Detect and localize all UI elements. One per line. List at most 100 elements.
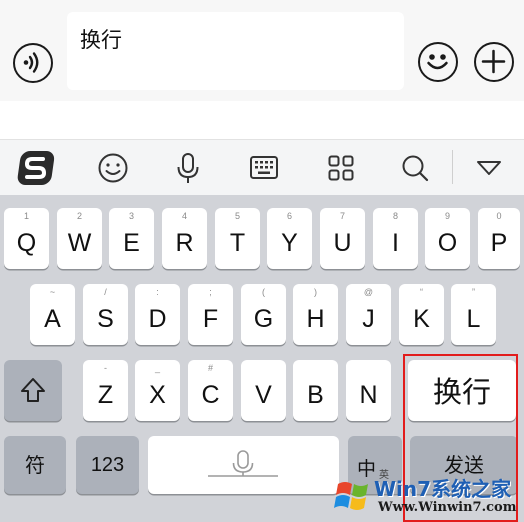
space-microphone-icon xyxy=(208,450,278,477)
key-p[interactable]: 0P xyxy=(478,208,520,269)
key-hint: @ xyxy=(363,287,374,297)
key-label: X xyxy=(149,381,166,409)
key-w[interactable]: 2W xyxy=(57,208,102,269)
key-label: E xyxy=(123,229,140,257)
number-key-label: 123 xyxy=(90,454,125,476)
key-c[interactable]: # C xyxy=(188,360,233,421)
keyboard-icon[interactable] xyxy=(242,146,286,190)
key-r[interactable]: 4R xyxy=(162,208,207,269)
key-label: A xyxy=(44,305,61,333)
key-label: L xyxy=(466,305,481,333)
collapse-keyboard-icon[interactable] xyxy=(467,146,511,190)
plus-icon[interactable] xyxy=(474,42,514,82)
key-hint: 3 xyxy=(128,211,134,221)
key-n[interactable]: N xyxy=(346,360,391,421)
emoji-glyph xyxy=(427,54,448,70)
key-k[interactable]: “K xyxy=(399,284,444,345)
symbol-key-label: 符 xyxy=(25,453,45,477)
key-i[interactable]: 8I xyxy=(373,208,418,269)
symbol-key[interactable]: 符 xyxy=(4,436,66,494)
key-t[interactable]: 5T xyxy=(215,208,260,269)
key-label: F xyxy=(202,305,219,333)
key-hint: ” xyxy=(472,287,475,297)
key-label: S xyxy=(97,305,114,333)
windows-logo-icon xyxy=(334,482,368,510)
key-y[interactable]: 6Y xyxy=(267,208,312,269)
key-hint: 1 xyxy=(23,211,29,221)
ime-toolbar xyxy=(0,139,524,195)
key-e[interactable]: 3E xyxy=(109,208,154,269)
key-j[interactable]: @ J xyxy=(346,284,391,345)
number-key[interactable]: 123 xyxy=(76,436,139,494)
sogou-logo-icon[interactable] xyxy=(14,146,58,190)
key-hint: 0 xyxy=(496,211,502,221)
key-a[interactable]: ~ A xyxy=(30,284,75,345)
message-input-text: 换行 xyxy=(80,28,122,52)
key-label: B xyxy=(307,381,324,409)
key-s[interactable]: / S xyxy=(83,284,128,345)
key-label: R xyxy=(175,229,194,257)
key-v[interactable]: V xyxy=(241,360,286,421)
key-hint: ~ xyxy=(49,287,56,297)
shift-key[interactable] xyxy=(4,360,62,421)
key-hint: ; xyxy=(209,287,212,297)
key-g[interactable]: (G xyxy=(241,284,286,345)
microphone-icon[interactable] xyxy=(166,146,210,190)
watermark: Win7系统之家 Www.Winwin7.com xyxy=(330,470,520,520)
key-label: V xyxy=(255,381,272,409)
smiley-icon[interactable] xyxy=(91,146,135,190)
chat-input-bar: 换行 xyxy=(0,0,524,101)
key-label: K xyxy=(413,305,430,333)
key-hint: “ xyxy=(420,287,423,297)
key-label: D xyxy=(148,305,167,333)
watermark-url: Www.Winwin7.com xyxy=(378,500,517,515)
key-label: O xyxy=(437,229,458,257)
key-hint: 5 xyxy=(234,211,240,221)
key-u[interactable]: 7U xyxy=(320,208,365,269)
key-label: I xyxy=(392,229,399,257)
key-label: Q xyxy=(16,229,37,257)
voice-glyph xyxy=(23,52,39,73)
key-hint: 6 xyxy=(286,211,292,221)
emoji-icon[interactable] xyxy=(418,42,458,82)
key-label: Y xyxy=(281,229,298,257)
key-hint: _ xyxy=(154,363,160,373)
key-q[interactable]: 1Q xyxy=(4,208,49,269)
key-label: N xyxy=(359,381,378,409)
key-label: J xyxy=(362,305,375,333)
voice-icon[interactable] xyxy=(13,43,53,83)
space-key[interactable] xyxy=(148,436,339,494)
key-hint: ( xyxy=(262,287,265,297)
key-b[interactable]: B xyxy=(293,360,338,421)
key-label: Z xyxy=(97,381,114,409)
key-hint: : xyxy=(156,287,159,297)
key-label: H xyxy=(306,305,325,333)
key-hint: ) xyxy=(314,287,317,297)
key-label: G xyxy=(253,305,274,333)
content-area-strip xyxy=(0,101,524,139)
key-d[interactable]: :D xyxy=(135,284,180,345)
key-z[interactable]: -Z xyxy=(83,360,128,421)
apps-grid-icon[interactable] xyxy=(319,146,363,190)
message-input[interactable]: 换行 xyxy=(67,12,404,90)
key-label: P xyxy=(490,229,508,257)
watermark-title: Win7系统之家 xyxy=(374,477,512,501)
key-hint: 9 xyxy=(444,211,450,221)
key-h[interactable]: ) H xyxy=(293,284,338,345)
key-hint: 8 xyxy=(392,211,398,221)
key-label: C xyxy=(201,381,220,409)
key-label: W xyxy=(67,229,92,257)
key-hint: / xyxy=(104,287,107,297)
key-x[interactable]: _ X xyxy=(135,360,180,421)
key-hint: 4 xyxy=(181,211,187,221)
key-label: T xyxy=(229,229,246,257)
key-hint: # xyxy=(207,363,213,373)
key-hint: 2 xyxy=(76,211,82,221)
key-o[interactable]: 9O xyxy=(425,208,470,269)
key-l[interactable]: ” L xyxy=(451,284,496,345)
key-f[interactable]: ; F xyxy=(188,284,233,345)
search-icon[interactable] xyxy=(393,146,437,190)
key-hint: - xyxy=(104,363,107,373)
plus-glyph xyxy=(481,49,506,74)
key-hint: 7 xyxy=(339,211,345,221)
